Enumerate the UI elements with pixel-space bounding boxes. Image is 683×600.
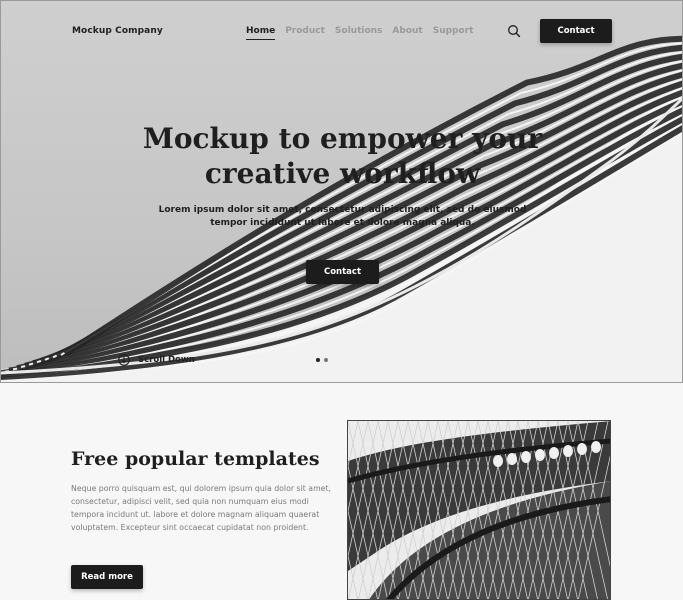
tower-arch xyxy=(493,455,503,467)
nav-item-about[interactable]: About xyxy=(392,26,422,40)
search-icon[interactable] xyxy=(507,24,521,38)
slider-dot-2[interactable] xyxy=(324,358,328,362)
eiffel-tower-image xyxy=(348,421,610,599)
arrow-down-circle-icon xyxy=(118,354,130,366)
templates-title: Free popular templates xyxy=(71,448,320,470)
templates-image xyxy=(347,420,611,600)
hero-section: Mockup Company Home Product Solutions Ab… xyxy=(0,0,683,383)
contact-button-header[interactable]: Contact xyxy=(540,19,612,43)
scroll-down-link[interactable]: Scroll Down xyxy=(118,354,195,366)
nav-item-solutions[interactable]: Solutions xyxy=(335,26,383,40)
hero-title-line-2: creative workflow xyxy=(204,157,481,190)
nav-item-home[interactable]: Home xyxy=(246,26,276,40)
read-more-button[interactable]: Read more xyxy=(71,565,143,589)
tower-arch xyxy=(563,445,573,457)
tower-arch xyxy=(507,453,517,465)
company-logo[interactable]: Mockup Company xyxy=(72,26,163,36)
tower-arch xyxy=(577,443,587,455)
scroll-down-label: Scroll Down xyxy=(138,355,195,365)
slider-dots xyxy=(316,358,328,362)
tower-arch xyxy=(535,449,545,461)
nav-item-product[interactable]: Product xyxy=(285,26,325,40)
tower-arch xyxy=(591,441,601,453)
tower-arch xyxy=(549,447,559,459)
hero-background-image xyxy=(1,35,682,382)
nav-item-support[interactable]: Support xyxy=(433,26,474,40)
hero-subtitle: Lorem ipsum dolor sit amet, consectetur … xyxy=(158,205,527,228)
templates-description: Neque porro quisquam est, qui dolorem ip… xyxy=(71,484,332,532)
tower-arch xyxy=(521,451,531,463)
hero-title-line-1: Mockup to empower your xyxy=(142,122,543,155)
hero-title: Mockup to empower your creative workflow xyxy=(1,121,682,191)
slider-dot-1[interactable] xyxy=(316,358,320,362)
contact-button-hero[interactable]: Contact xyxy=(306,260,379,284)
main-nav: Home Product Solutions About Support xyxy=(246,26,473,40)
